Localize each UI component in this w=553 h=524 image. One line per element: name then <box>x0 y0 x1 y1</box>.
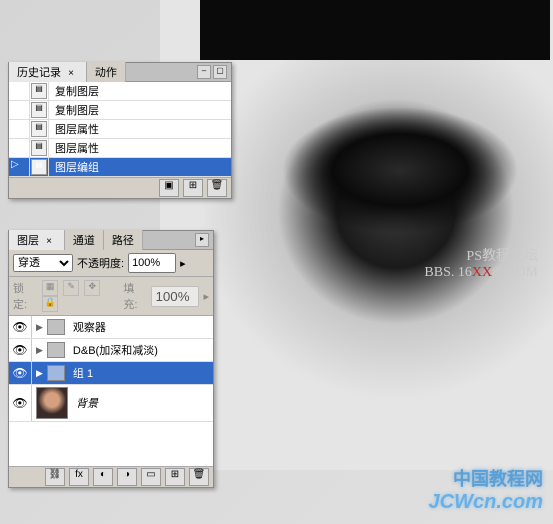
history-footer: ▣ ⊞ 🗑 <box>9 177 231 198</box>
close-icon[interactable]: × <box>42 236 56 247</box>
watermark-line1: PS教程论坛 <box>424 245 538 265</box>
fill-label: 填充: <box>123 280 147 312</box>
layer-item[interactable]: 👁 ▶ 观察器 <box>9 316 213 339</box>
folder-icon <box>47 342 65 358</box>
minimize-icon[interactable]: – <box>197 65 211 79</box>
watermark-brand: 中国教程网 JCWcn.com <box>429 465 543 514</box>
expand-arrow-icon[interactable]: ▶ <box>36 368 43 379</box>
expand-arrow-icon[interactable]: ▶ <box>36 322 43 333</box>
tab-channels[interactable]: 通道 <box>65 230 104 250</box>
expand-arrow-icon[interactable]: ▶ <box>36 345 43 356</box>
lock-icons: ▦ ✎ ✥ 🔒 <box>41 280 119 312</box>
layers-tabs: 图层 × 通道 路径 ▸ <box>9 231 213 250</box>
fill-input <box>151 286 199 307</box>
history-list: ▤ 复制图层 ▤ 复制图层 ▤ 图层属性 ▤ 图层属性 ▷▤ 图层编组 <box>9 82 231 177</box>
history-tabs: 历史记录 × 动作 – ▢ <box>9 63 231 82</box>
lock-row: 锁定: ▦ ✎ ✥ 🔒 填充: ▸ <box>9 277 213 316</box>
chevron-icon: ▸ <box>203 290 209 303</box>
chevron-icon[interactable]: ▸ <box>180 257 186 270</box>
tab-layers[interactable]: 图层 × <box>9 230 65 250</box>
close-icon[interactable]: × <box>64 68 78 79</box>
history-panel: 历史记录 × 动作 – ▢ ▤ 复制图层 ▤ 复制图层 ▤ 图层属性 ▤ 图层属… <box>8 62 232 199</box>
layers-footer: ⛓ fx ◐ ◑ ▭ ⊞ 🗑 <box>9 466 213 487</box>
empty-layer-space <box>9 422 213 466</box>
pointer-icon: ▷ <box>11 159 19 170</box>
lock-transparent-icon[interactable]: ▦ <box>42 280 58 296</box>
history-item[interactable]: ▤ 复制图层 <box>9 82 231 101</box>
opacity-input[interactable] <box>128 253 176 273</box>
delete-layer-button[interactable]: 🗑 <box>189 468 209 486</box>
blend-mode-select[interactable]: 穿透 <box>13 254 73 272</box>
layer-options-row: 穿透 不透明度: ▸ <box>9 250 213 277</box>
layers-panel: 图层 × 通道 路径 ▸ 穿透 不透明度: ▸ 锁定: ▦ ✎ ✥ 🔒 填充: … <box>8 230 214 488</box>
layer-icon: ▤ <box>31 83 47 99</box>
history-item-active[interactable]: ▷▤ 图层编组 <box>9 158 231 177</box>
tab-actions[interactable]: 动作 <box>87 62 126 82</box>
image-dark-region <box>200 0 550 60</box>
maximize-icon[interactable]: ▢ <box>213 65 227 79</box>
layer-icon: ▤ <box>31 121 47 137</box>
image-eye-region <box>260 80 540 260</box>
new-layer-button[interactable]: ⊞ <box>165 468 185 486</box>
layer-thumbnail <box>36 387 68 419</box>
menu-icon[interactable]: ▸ <box>195 233 209 247</box>
folder-icon <box>47 365 65 381</box>
folder-icon <box>47 319 65 335</box>
layer-item-background[interactable]: 👁 背景 <box>9 385 213 422</box>
link-button[interactable]: ⛓ <box>45 468 65 486</box>
history-item[interactable]: ▤ 图层属性 <box>9 139 231 158</box>
layer-item-active[interactable]: 👁 ▶ 组 1 <box>9 362 213 385</box>
layer-item[interactable]: 👁 ▶ D&B(加深和减淡) <box>9 339 213 362</box>
tab-history[interactable]: 历史记录 × <box>9 62 87 82</box>
fx-button[interactable]: fx <box>69 468 89 486</box>
layers-list: 👁 ▶ 观察器 👁 ▶ D&B(加深和减淡) 👁 ▶ 组 1 � <box>9 316 213 466</box>
opacity-label: 不透明度: <box>77 255 124 271</box>
watermark-line2: BBS. 16XX8. COM <box>424 265 538 281</box>
layer-icon: ▤ <box>31 102 47 118</box>
visibility-toggle[interactable]: 👁 <box>9 362 32 384</box>
panel-controls: ▸ <box>195 233 213 247</box>
visibility-toggle[interactable]: 👁 <box>9 339 32 361</box>
watermark-forum: PS教程论坛 BBS. 16XX8. COM <box>424 245 538 281</box>
lock-label: 锁定: <box>13 280 37 312</box>
adjustment-button[interactable]: ◑ <box>117 468 137 486</box>
watermark-brand-cn: 中国教程网 <box>429 465 543 491</box>
group-button[interactable]: ▭ <box>141 468 161 486</box>
history-item[interactable]: ▤ 图层属性 <box>9 120 231 139</box>
tab-paths[interactable]: 路径 <box>104 230 143 250</box>
new-snapshot-button[interactable]: ▣ <box>159 179 179 197</box>
visibility-toggle[interactable]: 👁 <box>9 316 32 338</box>
visibility-toggle[interactable]: 👁 <box>9 385 32 421</box>
delete-button[interactable]: 🗑 <box>207 179 227 197</box>
lock-all-icon[interactable]: 🔒 <box>42 296 58 312</box>
panel-controls: – ▢ <box>197 65 231 79</box>
lock-brush-icon[interactable]: ✎ <box>63 280 79 296</box>
watermark-brand-url: JCWcn.com <box>429 491 543 514</box>
history-item[interactable]: ▤ 复制图层 <box>9 101 231 120</box>
new-document-button[interactable]: ⊞ <box>183 179 203 197</box>
layer-icon: ▤ <box>31 140 47 156</box>
layer-icon: ▤ <box>31 159 47 175</box>
lock-move-icon[interactable]: ✥ <box>84 280 100 296</box>
mask-button[interactable]: ◐ <box>93 468 113 486</box>
